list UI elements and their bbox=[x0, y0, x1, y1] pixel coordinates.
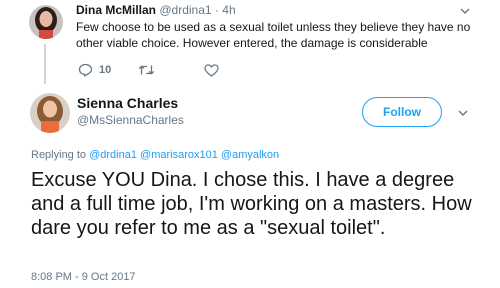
reply-icon bbox=[78, 63, 93, 77]
parent-header: Dina McMillan @drdina1 · 4h bbox=[76, 3, 236, 18]
reply-count: 10 bbox=[99, 64, 112, 76]
replying-to: Replying to @drdina1 @marisarox101 @amya… bbox=[31, 148, 279, 162]
chevron-down-icon[interactable] bbox=[460, 7, 470, 15]
like-button[interactable] bbox=[204, 62, 219, 78]
mention-link[interactable]: @marisarox101 bbox=[140, 149, 218, 161]
main-tweet-text: Excuse YOU Dina. I chose this. I have a … bbox=[31, 169, 472, 239]
parent-author-handle[interactable]: @drdina1 bbox=[159, 3, 211, 17]
retweet-button[interactable] bbox=[138, 62, 155, 78]
thread-line bbox=[44, 44, 46, 84]
main-avatar[interactable] bbox=[30, 93, 70, 133]
mention-link[interactable]: @drdina1 bbox=[89, 149, 137, 161]
mention-link[interactable]: @amyalkon bbox=[221, 149, 279, 161]
parent-timestamp[interactable]: 4h bbox=[222, 3, 235, 17]
retweet-icon bbox=[138, 65, 155, 75]
main-author-name[interactable]: Sienna Charles bbox=[77, 95, 178, 112]
heart-icon bbox=[204, 63, 219, 77]
follow-button[interactable]: Follow bbox=[362, 97, 442, 127]
reply-button[interactable]: 10 bbox=[78, 62, 111, 78]
parent-author-name[interactable]: Dina McMillan bbox=[76, 3, 156, 17]
parent-avatar[interactable] bbox=[29, 5, 63, 39]
main-timestamp[interactable]: 8:08 PM - 9 Oct 2017 bbox=[31, 270, 136, 284]
parent-tweet[interactable]: Dina McMillan @drdina1 · 4h Few choose t… bbox=[0, 0, 500, 84]
parent-action-bar: 10 bbox=[76, 62, 276, 78]
chevron-down-icon[interactable] bbox=[458, 109, 468, 117]
parent-tweet-text: Few choose to be used as a sexual toilet… bbox=[76, 20, 471, 50]
main-author-handle[interactable]: @MsSiennaCharles bbox=[77, 113, 184, 128]
parent-separator: · bbox=[214, 3, 219, 17]
replying-to-label: Replying to bbox=[31, 149, 87, 161]
